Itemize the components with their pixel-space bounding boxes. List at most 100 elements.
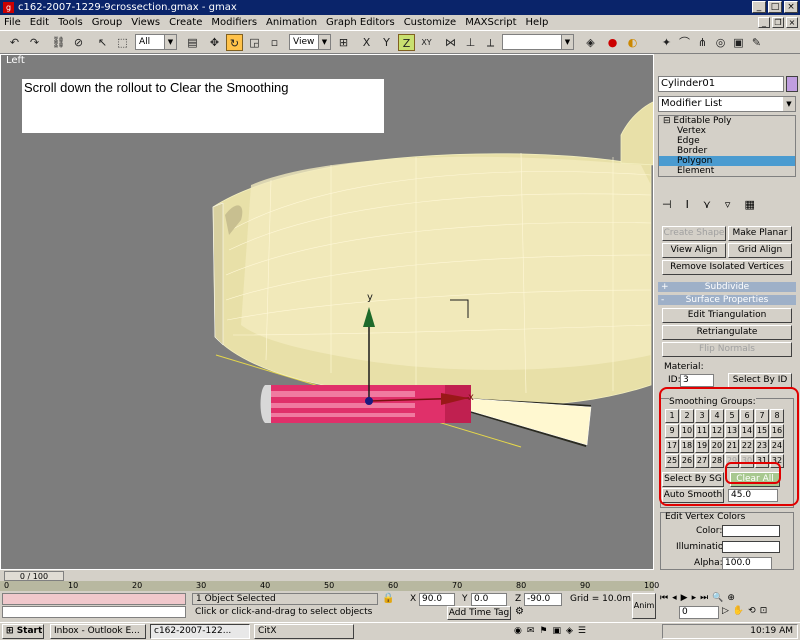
pan-icon[interactable]: ✋ (733, 606, 744, 618)
alpha-spinner[interactable]: 100.0 (722, 557, 772, 570)
remove-isolated-vertices-button[interactable]: Remove Isolated Vertices (662, 260, 792, 275)
modify-tab-icon[interactable]: ⌒ (676, 34, 693, 51)
normal-align-icon[interactable]: ⟂ (482, 34, 499, 51)
reference-coordinate-dropdown[interactable]: View ▼ (289, 34, 331, 50)
pivot-center-icon[interactable]: ⊞ (335, 34, 352, 51)
move-icon[interactable]: ✥ (206, 34, 223, 51)
menu-group[interactable]: Group (92, 17, 122, 28)
modifier-stack[interactable]: ⊟ Editable Poly Vertex Edge Border Polyg… (658, 115, 796, 177)
show-end-result-icon[interactable]: Ⅰ (686, 198, 689, 211)
subdivide-rollout-header[interactable]: + Subdivide (658, 282, 796, 292)
x-coord-field[interactable]: 90.0 (419, 593, 455, 606)
menu-file[interactable]: File (4, 17, 21, 28)
stack-item-border[interactable]: Border (659, 146, 795, 156)
quick-launch-icon[interactable]: ◈ (566, 626, 573, 638)
task-gmax[interactable]: c162-2007-122... (150, 624, 250, 639)
stack-item-element[interactable]: Element (659, 166, 795, 176)
task-outlook[interactable]: Inbox - Outlook E... (50, 624, 146, 639)
animate-button[interactable]: Anim (632, 593, 656, 619)
quick-render-icon[interactable]: ◐ (624, 34, 641, 51)
region-select-icon[interactable]: ⬚ (114, 34, 131, 51)
motion-tab-icon[interactable]: ◎ (712, 34, 729, 51)
surface-properties-rollout-header[interactable]: - Surface Properties (658, 295, 796, 305)
start-button[interactable]: ⊞ Start (2, 624, 44, 639)
add-time-tag-button[interactable]: Add Time Tag (447, 606, 511, 620)
menu-tools[interactable]: Tools (58, 17, 83, 28)
configure-sets-icon[interactable]: ▦ (744, 198, 754, 211)
restrict-xy-icon[interactable]: XY (418, 34, 435, 51)
restrict-z-icon[interactable]: Z (398, 34, 415, 51)
select-by-id-button[interactable]: Select By ID (728, 373, 792, 388)
viewport-left[interactable]: Left y x Scroll down the rollout to Clea… (0, 54, 654, 570)
y-coord-field[interactable]: 0.0 (471, 593, 507, 606)
next-frame-icon[interactable]: ▸ (692, 593, 697, 605)
menu-customize[interactable]: Customize (404, 17, 457, 28)
quick-launch-icon[interactable]: ☰ (578, 626, 586, 638)
z-coord-field[interactable]: -90.0 (524, 593, 562, 606)
material-editor-icon[interactable]: ◈ (582, 34, 599, 51)
selection-filter-dropdown[interactable]: All ▼ (135, 34, 177, 50)
menu-animation[interactable]: Animation (266, 17, 317, 28)
task-citx[interactable]: CitX (254, 624, 354, 639)
quick-launch-icon[interactable]: ⚑ (539, 626, 547, 638)
object-color-swatch[interactable] (786, 76, 798, 92)
view-align-button[interactable]: View Align (662, 243, 726, 258)
select-and-link-icon[interactable]: ⛓ (50, 34, 67, 51)
rotate-icon[interactable]: ↻ (226, 34, 243, 51)
lock-selection-icon[interactable]: 🔒 (382, 593, 394, 604)
clock[interactable]: 10:19 AM (750, 626, 793, 636)
close-button[interactable]: × (784, 1, 798, 13)
flip-normals-button[interactable]: Flip Normals (662, 342, 792, 357)
go-to-end-icon[interactable]: ⏭ (700, 593, 708, 605)
current-frame-field[interactable]: 0 (679, 606, 719, 619)
maximize-viewport-icon[interactable]: ⊡ (760, 606, 768, 618)
maximize-button[interactable]: □ (768, 1, 782, 13)
title-bar[interactable]: g c162-2007-1229-9crossection.gmax - gma… (0, 0, 800, 15)
menu-create[interactable]: Create (169, 17, 202, 28)
material-id-spinner[interactable]: 3 (680, 374, 714, 387)
quick-launch-icon[interactable]: ▣ (552, 626, 561, 638)
time-config-icon[interactable]: ⚙ (515, 606, 524, 617)
zoom-all-icon[interactable]: ⊕ (727, 593, 735, 605)
arc-rotate-icon[interactable]: ⟲ (748, 606, 756, 618)
utilities-tab-icon[interactable]: ✎ (748, 34, 765, 51)
select-by-name-icon[interactable]: ▤ (184, 34, 201, 51)
make-unique-icon[interactable]: ⋎ (703, 198, 711, 211)
quick-launch-icon[interactable]: ✉ (527, 626, 535, 638)
object-name-field[interactable]: Cylinder01 (658, 76, 784, 92)
modifier-list-dropdown[interactable]: Modifier List ▼ (658, 96, 796, 112)
previous-frame-icon[interactable]: ◂ (672, 593, 677, 605)
menu-graph-editors[interactable]: Graph Editors (326, 17, 395, 28)
zoom-icon[interactable]: 🔍 (712, 593, 723, 605)
scale-icon[interactable]: ◲ (246, 34, 263, 51)
restrict-x-icon[interactable]: X (358, 34, 375, 51)
pin-stack-icon[interactable]: ⊣ (662, 198, 672, 211)
align-icon[interactable]: ⊥ (462, 34, 479, 51)
create-tab-icon[interactable]: ✦ (658, 34, 675, 51)
menu-maxscript[interactable]: MAXScript (465, 17, 516, 28)
select-object-icon[interactable]: ↖ (94, 34, 111, 51)
unlink-icon[interactable]: ⊘ (70, 34, 87, 51)
menu-edit[interactable]: Edit (30, 17, 49, 28)
named-selection-dropdown[interactable]: ▼ (502, 34, 574, 50)
remove-modifier-icon[interactable]: ▿ (725, 198, 731, 211)
stack-item-editable-poly[interactable]: ⊟ Editable Poly (659, 116, 795, 126)
track-bar[interactable]: 0 10 20 30 40 50 60 70 80 90 100 (0, 581, 659, 591)
time-slider[interactable]: 0 / 100 (0, 571, 654, 581)
undo-icon[interactable]: ↶ (6, 34, 23, 51)
vertex-color-swatch[interactable] (722, 525, 780, 537)
snap-pivot-icon[interactable]: ▫ (266, 34, 283, 51)
stack-item-polygon[interactable]: Polygon (659, 156, 795, 166)
time-slider-thumb[interactable]: 0 / 100 (4, 571, 64, 581)
display-tab-icon[interactable]: ▣ (730, 34, 747, 51)
stack-item-edge[interactable]: Edge (659, 136, 795, 146)
create-shape-button[interactable]: Create Shape (662, 226, 726, 241)
minimize-button[interactable]: _ (752, 1, 766, 13)
make-planar-button[interactable]: Make Planar (728, 226, 792, 241)
redo-icon[interactable]: ↷ (26, 34, 43, 51)
menu-help[interactable]: Help (526, 17, 549, 28)
retriangulate-button[interactable]: Retriangulate (662, 325, 792, 340)
render-icon[interactable]: ● (604, 34, 621, 51)
gmax-app-icon[interactable]: g (3, 2, 14, 13)
doc-close-button[interactable]: × (786, 17, 798, 28)
